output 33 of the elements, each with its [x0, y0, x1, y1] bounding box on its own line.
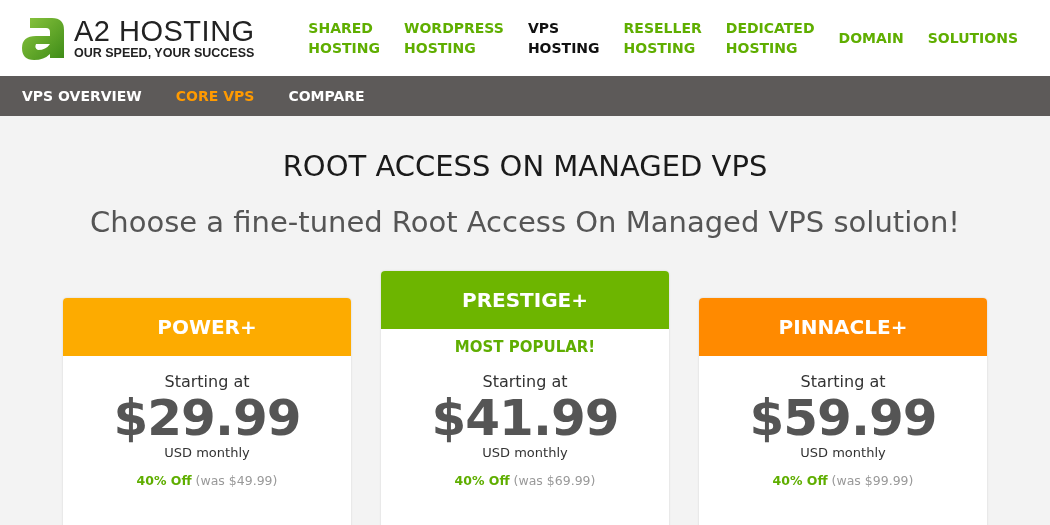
nav-link[interactable]: RESELLER HOSTING: [611, 18, 714, 58]
sub-nav-link[interactable]: VPS OVERVIEW: [10, 88, 154, 104]
starting-label: Starting at: [164, 372, 250, 391]
discount-label: 40% Off: [454, 473, 510, 488]
sub-nav-link[interactable]: COMPARE: [276, 88, 377, 104]
logo-name: A2 HOSTING: [74, 16, 255, 46]
nav-link[interactable]: WORDPRESS HOSTING: [392, 18, 516, 58]
discount-label: 40% Off: [772, 473, 828, 488]
discount-label: 40% Off: [136, 473, 192, 488]
price-period: USD monthly: [800, 445, 886, 460]
sub-nav-link[interactable]: CORE VPS: [163, 88, 267, 104]
plan-price: $59.99: [749, 391, 937, 445]
nav-link[interactable]: DEDICATED HOSTING: [713, 18, 827, 58]
price-period: USD monthly: [164, 445, 250, 460]
nav-link[interactable]: VPS HOSTING: [515, 18, 612, 58]
nav-link[interactable]: SHARED HOSTING: [296, 18, 392, 58]
page-heading: ROOT ACCESS ON MANAGED VPS: [281, 149, 769, 183]
price-period: USD monthly: [482, 445, 568, 460]
starting-label: Starting at: [800, 372, 886, 391]
nav-link[interactable]: DOMAIN: [826, 28, 916, 48]
old-price: (was $99.99): [831, 473, 914, 488]
plan-price: $41.99: [431, 391, 619, 445]
starting-label: Starting at: [482, 372, 568, 391]
popular-label: MOST POPULAR!: [454, 338, 596, 356]
nav-link[interactable]: SOLUTIONS: [915, 28, 1030, 48]
logo-tagline: OUR SPEED, YOUR SUCCESS: [74, 46, 255, 60]
old-price: (was $49.99): [195, 473, 278, 488]
plan-name: PINNACLE+: [699, 298, 987, 356]
plan-name: PRESTIGE+: [381, 271, 669, 329]
old-price: (was $69.99): [513, 473, 596, 488]
plan-price: $29.99: [113, 391, 301, 445]
plan-name: POWER+: [63, 298, 351, 356]
page-subheading: Choose a fine-tuned Root Access On Managed VPS solution!: [89, 205, 961, 239]
